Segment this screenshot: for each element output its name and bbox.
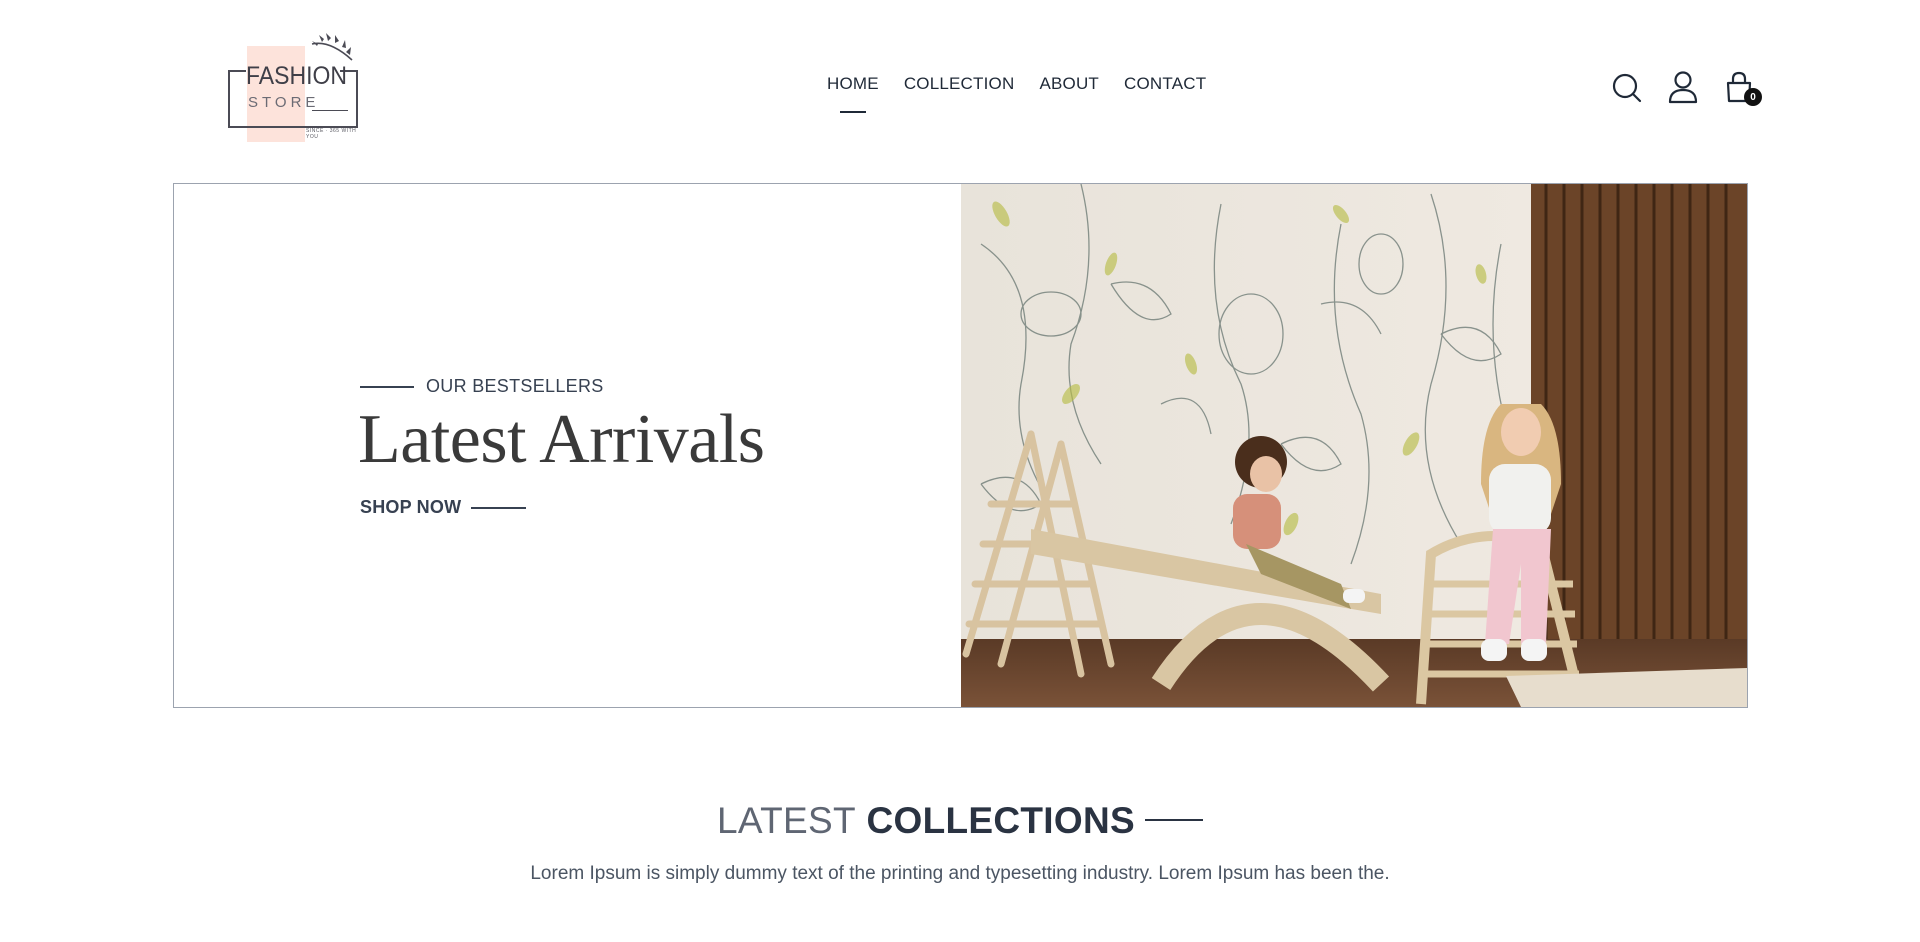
- user-icon: [1668, 71, 1698, 104]
- search-icon: [1612, 73, 1642, 103]
- cart-button[interactable]: 0: [1722, 70, 1762, 106]
- shop-now-button[interactable]: SHOP NOW: [360, 497, 527, 518]
- nav-about[interactable]: ABOUT: [1039, 74, 1099, 94]
- hero-image: [961, 184, 1747, 707]
- logo-brand-text: FASHION: [246, 62, 347, 90]
- hero-eyebrow: OUR BESTSELLERS: [360, 376, 604, 397]
- branch-icon: [311, 33, 353, 61]
- hero-banner: OUR BESTSELLERS Latest Arrivals SHOP NOW: [173, 183, 1748, 708]
- fashion-store-logo[interactable]: FASHION STORE SINCE · 365 WITH YOU: [224, 30, 364, 148]
- logo-sub-text: STORE: [248, 94, 320, 111]
- hero-title: Latest Arrivals: [358, 401, 765, 478]
- hero-text-panel: OUR BESTSELLERS Latest Arrivals SHOP NOW: [174, 184, 961, 707]
- site-header: FASHION STORE SINCE · 365 WITH YOU HOME …: [0, 0, 1920, 170]
- account-button[interactable]: [1666, 70, 1700, 106]
- main-nav: HOME COLLECTION ABOUT CONTACT: [827, 74, 1231, 113]
- collections-heading-bold: COLLECTIONS: [866, 800, 1135, 841]
- collections-heading-light: LATEST: [717, 800, 856, 841]
- shop-now-rule: [471, 506, 527, 509]
- collections-heading: LATEST COLLECTIONS: [0, 800, 1920, 842]
- logo-tagline: SINCE · 365 WITH YOU: [306, 128, 357, 140]
- hero-eyebrow-text: OUR BESTSELLERS: [426, 376, 604, 396]
- cart-count-badge: 0: [1744, 88, 1762, 106]
- search-button[interactable]: [1610, 70, 1644, 106]
- nav-home[interactable]: HOME: [827, 74, 879, 113]
- collections-heading-rule: [1144, 819, 1203, 822]
- header-icons: 0: [1610, 70, 1762, 106]
- eyebrow-rule: [360, 385, 414, 388]
- nav-collection[interactable]: COLLECTION: [904, 74, 1015, 94]
- nav-contact[interactable]: CONTACT: [1124, 74, 1206, 94]
- collections-description: Lorem Ipsum is simply dummy text of the …: [530, 863, 1390, 884]
- shop-now-label: SHOP NOW: [360, 497, 462, 517]
- kids-playroom-photo: [961, 184, 1747, 707]
